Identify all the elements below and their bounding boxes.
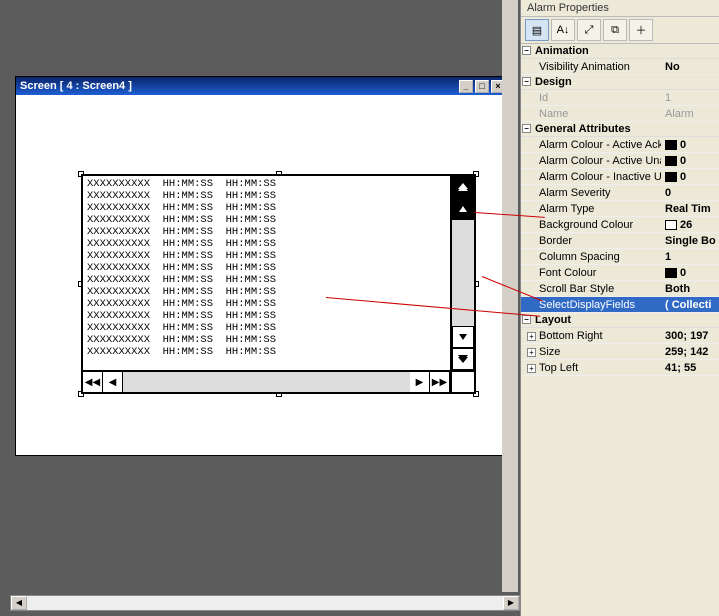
alarm-vscrollbar bbox=[450, 176, 474, 370]
alphabetical-button[interactable]: A↓ bbox=[551, 19, 575, 41]
scroll-down-button[interactable] bbox=[452, 326, 474, 348]
scroll-page-left-button[interactable]: ◀◀ bbox=[83, 372, 103, 392]
expand-button[interactable]: ⤢ bbox=[577, 19, 601, 41]
add-button[interactable]: ＋ bbox=[629, 19, 653, 41]
expand-icon[interactable]: + bbox=[527, 332, 536, 341]
collapse-icon[interactable]: − bbox=[522, 77, 531, 86]
hscroll-track[interactable] bbox=[123, 372, 410, 392]
screen-window: Screen [ 4 : Screen4 ] _ □ × XXXXXXXXXX … bbox=[15, 76, 510, 456]
titlebar[interactable]: Screen [ 4 : Screen4 ] _ □ × bbox=[16, 77, 509, 95]
alarm-widget-selection[interactable]: XXXXXXXXXX HH:MM:SS HH:MM:SS XXXXXXXXXX … bbox=[81, 174, 476, 394]
design-hscrollbar[interactable]: ◀ ▶ bbox=[10, 595, 520, 611]
minimize-button[interactable]: _ bbox=[459, 80, 473, 93]
expand-icon[interactable]: + bbox=[527, 364, 536, 373]
properties-panel: Alarm Properties ▤ A↓ ⤢ ⧉ ＋ −Animation V… bbox=[520, 0, 719, 616]
window-title: Screen [ 4 : Screen4 ] bbox=[20, 80, 457, 92]
prop-top-left[interactable]: +Top Left41; 55 bbox=[521, 360, 719, 376]
scroll-right-button[interactable]: ▶ bbox=[410, 372, 430, 392]
prop-id[interactable]: Id1 bbox=[521, 90, 719, 106]
prop-name[interactable]: NameAlarm bbox=[521, 106, 719, 122]
prop-border[interactable]: BorderSingle Bo bbox=[521, 233, 719, 249]
alarm-hscrollbar: ◀◀ ◀ ▶ ▶▶ bbox=[83, 370, 474, 392]
category-animation[interactable]: −Animation bbox=[521, 44, 719, 59]
prop-background-colour[interactable]: Background Colour26 bbox=[521, 217, 719, 233]
design-canvas: Screen [ 4 : Screen4 ] _ □ × XXXXXXXXXX … bbox=[0, 0, 520, 616]
color-swatch bbox=[665, 156, 677, 166]
prop-alarm-type[interactable]: Alarm TypeReal Tim bbox=[521, 201, 719, 217]
prop-alarm-colour-inactive-un[interactable]: Alarm Colour - Inactive Un0 bbox=[521, 169, 719, 185]
prop-column-spacing[interactable]: Column Spacing1 bbox=[521, 249, 719, 265]
prop-alarm-severity[interactable]: Alarm Severity0 bbox=[521, 185, 719, 201]
design-vscrollbar[interactable] bbox=[502, 0, 518, 592]
prop-select-display-fields[interactable]: SelectDisplayFields( Collecti bbox=[521, 297, 719, 313]
alarm-widget: XXXXXXXXXX HH:MM:SS HH:MM:SS XXXXXXXXXX … bbox=[81, 174, 476, 394]
hscroll-left-button[interactable]: ◀ bbox=[11, 596, 27, 610]
color-swatch bbox=[665, 268, 677, 278]
collapse-icon[interactable]: − bbox=[522, 124, 531, 133]
properties-title: Alarm Properties bbox=[521, 0, 719, 17]
color-swatch bbox=[665, 140, 677, 150]
expand-icon[interactable]: + bbox=[527, 348, 536, 357]
scroll-page-right-button[interactable]: ▶▶ bbox=[430, 372, 450, 392]
category-general[interactable]: −General Attributes bbox=[521, 122, 719, 137]
alarm-list: XXXXXXXXXX HH:MM:SS HH:MM:SS XXXXXXXXXX … bbox=[83, 176, 450, 370]
prop-scroll-bar-style[interactable]: Scroll Bar StyleBoth bbox=[521, 281, 719, 297]
properties-toolbar: ▤ A↓ ⤢ ⧉ ＋ bbox=[521, 17, 719, 44]
hscroll-track[interactable] bbox=[27, 596, 503, 610]
scroll-left-button[interactable]: ◀ bbox=[103, 372, 123, 392]
collapse-icon[interactable]: − bbox=[522, 315, 531, 324]
color-swatch bbox=[665, 172, 677, 182]
prop-visibility-animation[interactable]: Visibility AnimationNo bbox=[521, 59, 719, 75]
prop-bottom-right[interactable]: +Bottom Right300; 197 bbox=[521, 328, 719, 344]
category-layout[interactable]: −Layout bbox=[521, 313, 719, 328]
scroll-corner bbox=[450, 372, 474, 392]
pages-button[interactable]: ⧉ bbox=[603, 19, 627, 41]
scroll-page-down-button[interactable] bbox=[452, 348, 474, 370]
hscroll-right-button[interactable]: ▶ bbox=[503, 596, 519, 610]
scroll-up-button[interactable] bbox=[452, 198, 474, 220]
prop-alarm-colour-active-una[interactable]: Alarm Colour - Active Una0 bbox=[521, 153, 719, 169]
properties-grid: −Animation Visibility AnimationNo −Desig… bbox=[521, 44, 719, 376]
categorized-button[interactable]: ▤ bbox=[525, 19, 549, 41]
maximize-button[interactable]: □ bbox=[475, 80, 489, 93]
collapse-icon[interactable]: − bbox=[522, 46, 531, 55]
scroll-page-up-button[interactable] bbox=[452, 176, 474, 198]
prop-font-colour[interactable]: Font Colour0 bbox=[521, 265, 719, 281]
color-swatch bbox=[665, 220, 677, 230]
prop-size[interactable]: +Size259; 142 bbox=[521, 344, 719, 360]
prop-alarm-colour-active-ack[interactable]: Alarm Colour - Active Ack0 bbox=[521, 137, 719, 153]
category-design[interactable]: −Design bbox=[521, 75, 719, 90]
